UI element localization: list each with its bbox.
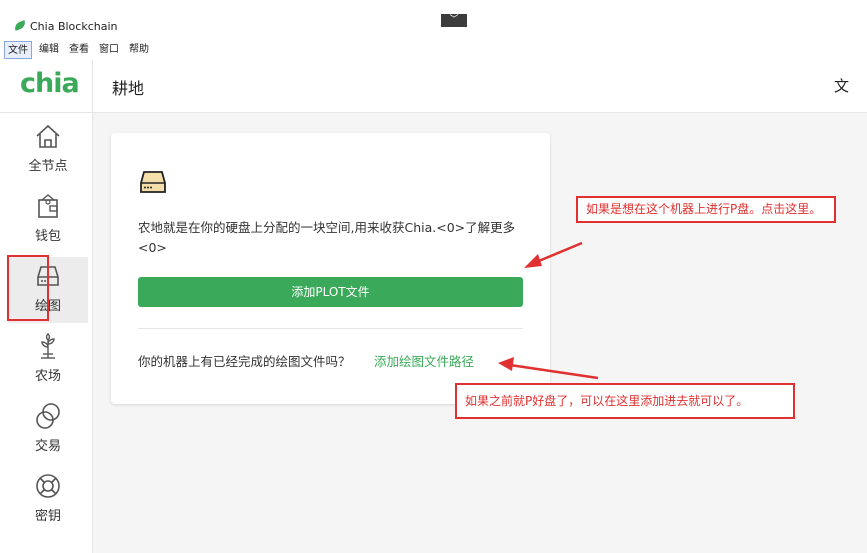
page-title: 耕地 (112, 79, 145, 98)
app-title: Chia Blockchain (30, 20, 118, 33)
existing-plots-question: 你的机器上有已经完成的绘图文件吗？ (138, 354, 351, 369)
annotation-highlight-box (7, 255, 49, 321)
sidebar-item-label: 密钥 (34, 509, 61, 524)
menu-file[interactable]: 文件 (4, 41, 32, 59)
card-divider (138, 328, 523, 329)
home-icon (36, 124, 60, 148)
header-right-fragment: 文 (834, 77, 850, 95)
wallet-icon (38, 194, 58, 218)
chia-leaf-icon (13, 20, 27, 31)
sidebar: 全节点 钱包 绘图 农场 交易 密钥 (0, 113, 93, 553)
menu-edit[interactable]: 编辑 (36, 41, 62, 59)
add-plot-path-link[interactable]: 添加绘图文件路径 (374, 351, 474, 370)
menu-help[interactable]: 帮助 (126, 41, 152, 59)
sidebar-item-label: 交易 (34, 439, 61, 454)
plot-description: 农地就是在你的硬盘上分配的一块空间,用来收获Chia.<0>了解更多<0> (138, 220, 516, 255)
sidebar-item-full-node[interactable]: 全节点 (8, 117, 88, 183)
collapse-toggle-button[interactable]: ﹀ (441, 14, 467, 27)
sidebar-item-wallet[interactable]: 钱包 (8, 187, 88, 253)
plant-icon (41, 333, 55, 359)
sidebar-item-label: 农场 (34, 369, 61, 384)
menu-window[interactable]: 窗口 (96, 41, 122, 59)
annotation-callout-plot: 如果是想在这个机器上进行P盘。点击这里。 (576, 196, 836, 223)
menu-view[interactable]: 查看 (66, 41, 92, 59)
sidebar-item-farm[interactable]: 农场 (8, 327, 88, 393)
sidebar-item-trade[interactable]: 交易 (8, 397, 88, 463)
window-titlebar: Chia Blockchain ﹀ (0, 0, 867, 40)
chia-logo: chia (20, 68, 80, 99)
keys-icon (36, 474, 60, 498)
add-plot-button[interactable]: 添加PLOT文件 (138, 277, 523, 307)
menu-bar: 文件 编辑 查看 窗口 帮助 (4, 41, 152, 59)
app-header: chia 耕地 文 (0, 60, 867, 113)
sidebar-item-label: 全节点 (28, 159, 68, 174)
sidebar-item-label: 钱包 (34, 229, 61, 244)
sidebar-item-keys[interactable]: 密钥 (8, 467, 88, 533)
header-divider (92, 60, 93, 112)
hard-drive-icon (140, 171, 166, 193)
annotation-callout-path: 如果之前就P好盘了，可以在这里添加进去就可以了。 (455, 383, 795, 419)
trade-icon (36, 403, 60, 429)
